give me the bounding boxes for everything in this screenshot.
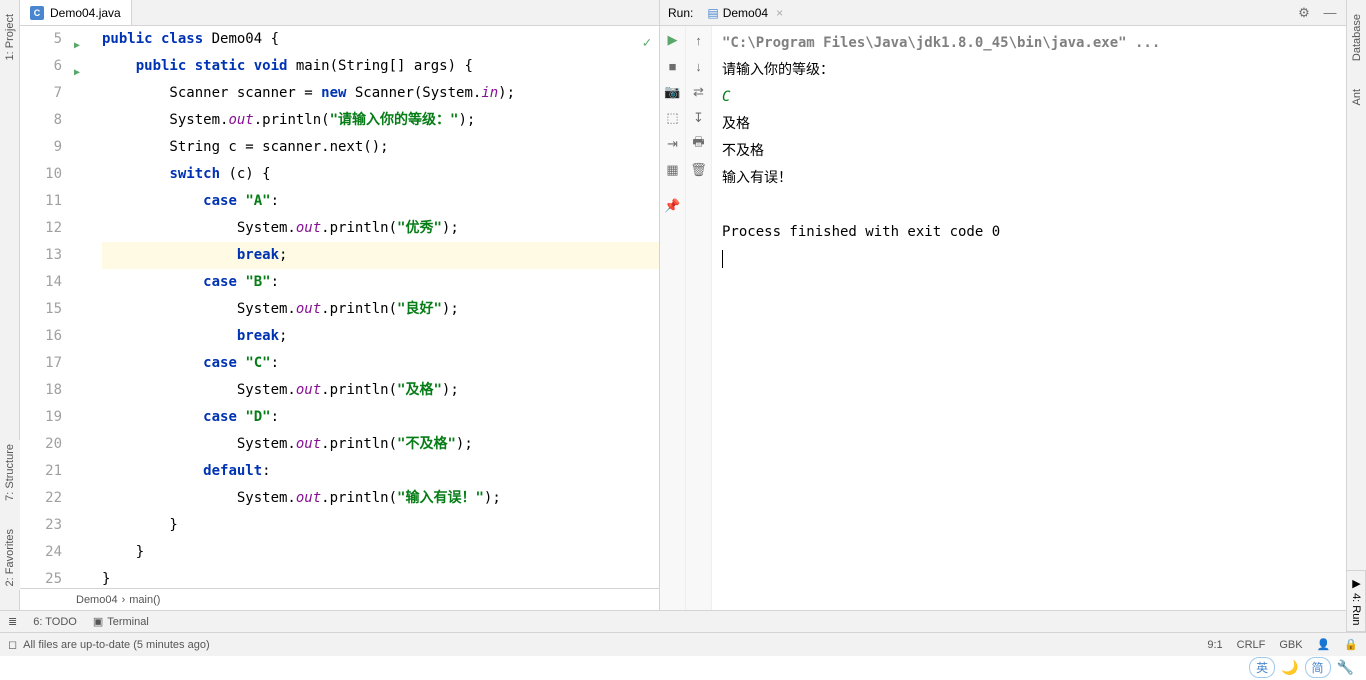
run-tool-window: Run: ▤ Demo04 × ⚙ — ▶ ■ 📷 ⬚ ⇥ ▦ 📌 [660,0,1346,610]
rerun-icon[interactable]: ▶ [665,32,681,48]
status-bar: ◻ All files are up-to-date (5 minutes ag… [0,632,1366,656]
exit-icon[interactable]: ⇥ [665,136,681,152]
editor-panel: C Demo04.java ✓ 5▶6▶78910111213141516171… [20,0,660,610]
editor-tabs: C Demo04.java [20,0,659,26]
up-arrow-icon[interactable]: ↑ [691,32,707,48]
scroll-icon[interactable]: ↧ [691,110,707,126]
right-tool-sidebar: Database Ant [1346,0,1366,610]
stop-icon[interactable]: ■ [665,58,681,74]
console-output[interactable]: "C:\Program Files\Java\jdk1.8.0_45\bin\j… [712,26,1346,610]
ime-tool-icon[interactable]: 🔧 [1337,659,1354,676]
run-side-tab[interactable]: ▶ 4: Run [1346,570,1366,632]
app-icon: ▤ [707,6,718,20]
settings-icon[interactable]: ⚙ [1296,5,1312,21]
dump-icon[interactable]: 📷 [665,84,681,100]
close-tab-icon[interactable]: × [776,6,783,20]
run-config-tab[interactable]: ▤ Demo04 × [701,4,789,22]
trash-icon[interactable]: ▦ [665,162,681,178]
list-icon: ≣ [8,615,17,628]
terminal-icon: ▣ [93,615,103,628]
run-label: Run: [668,6,693,20]
run-tab-label: Demo04 [723,6,768,20]
database-tool-button[interactable]: Database [1349,10,1365,65]
java-file-icon: C [30,6,44,20]
terminal-tab[interactable]: ▣ Terminal [93,615,149,628]
project-tool-button[interactable]: 1: Project [2,10,18,64]
wrap-icon[interactable]: ⇄ [691,84,707,100]
lock-icon[interactable]: 🔒 [1344,638,1358,651]
down-arrow-icon[interactable]: ↓ [691,58,707,74]
run-header: Run: ▤ Demo04 × ⚙ — [660,0,1346,26]
gutter: 5▶6▶789101112131415161718192021222324252… [20,26,72,588]
todo-tab[interactable]: 6: TODO [33,616,77,628]
structure-tool-button[interactable]: 7: Structure [2,440,18,505]
file-encoding[interactable]: GBK [1279,639,1302,651]
breadcrumb-method[interactable]: main() [129,594,160,606]
editor-tab-demo04[interactable]: C Demo04.java [20,0,132,25]
pin-icon[interactable]: 📌 [665,198,681,214]
ime-lang[interactable]: 英 [1249,657,1275,678]
bottom-tool-tabs: ≣ 6: TODO ▣ Terminal [0,610,1366,632]
clear-icon[interactable]: 🗑 [691,162,707,178]
code-editor[interactable]: ✓ 5▶6▶7891011121314151617181920212223242… [20,26,659,588]
breadcrumb-class[interactable]: Demo04 [76,594,118,606]
inspection-indicator-icon[interactable]: 👤 [1317,638,1331,651]
ant-tool-button[interactable]: Ant [1349,85,1365,110]
editor-tab-label: Demo04.java [50,6,121,20]
breadcrumb-bar: Demo04 › main() [20,588,659,610]
code-area[interactable]: public class Demo04 { public static void… [72,26,659,588]
print-icon[interactable]: 🖶 [691,136,707,152]
status-message: All files are up-to-date (5 minutes ago) [23,639,209,651]
ime-mode[interactable]: 简 [1305,657,1331,678]
ime-moon-icon: 🌙 [1281,659,1298,676]
ime-indicator[interactable]: 英 🌙 简 🔧 [1249,657,1354,678]
minimize-icon[interactable]: — [1322,5,1338,21]
status-icon: ◻ [8,638,17,651]
favorites-tool-button[interactable]: 2: Favorites [2,525,18,590]
caret-position[interactable]: 9:1 [1207,639,1222,651]
layout-icon[interactable]: ⬚ [665,110,681,126]
run-toolbar-primary: ▶ ■ 📷 ⬚ ⇥ ▦ 📌 [660,26,686,610]
breadcrumb-separator-icon: › [122,594,126,606]
run-toolbar-secondary: ↑ ↓ ⇄ ↧ 🖶 🗑 [686,26,712,610]
line-separator[interactable]: CRLF [1237,639,1266,651]
